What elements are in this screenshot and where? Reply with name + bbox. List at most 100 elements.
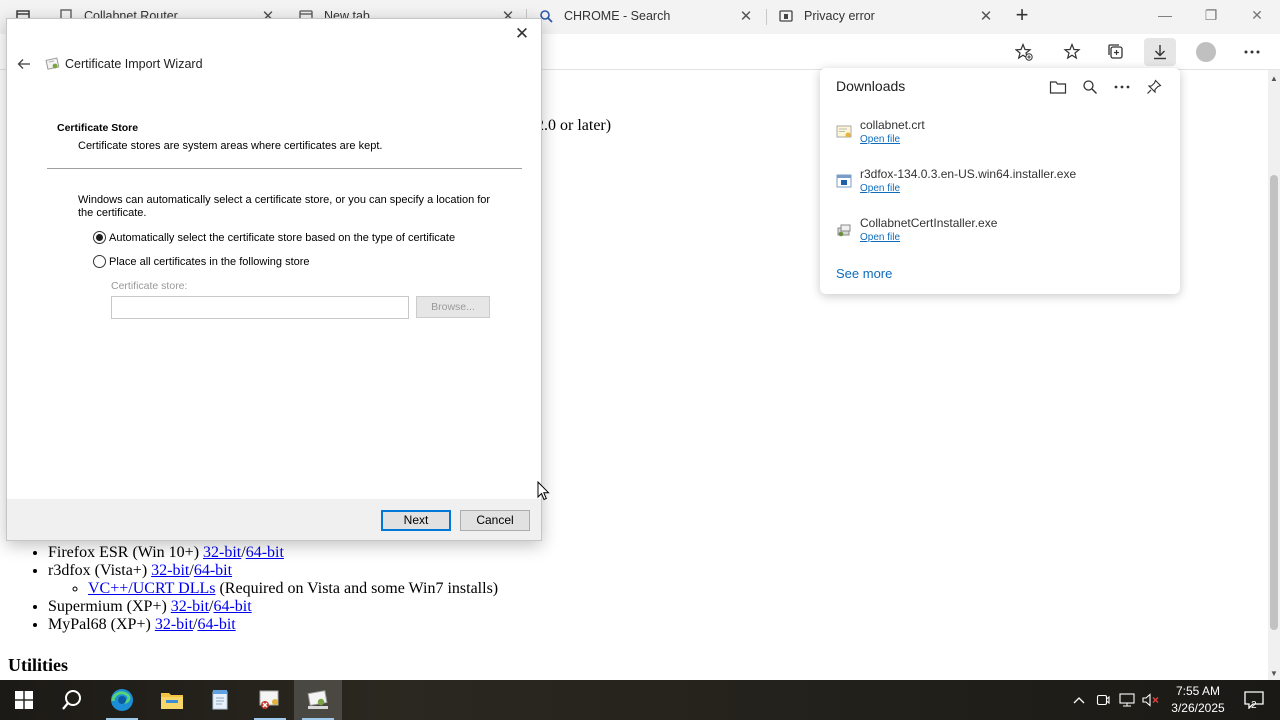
see-more-link[interactable]: See more [836,266,892,281]
meet-now-icon[interactable] [1092,680,1114,720]
notification-count: 2 [1251,700,1257,711]
profile-button[interactable] [1190,38,1222,66]
clock-time: 7:55 AM [1175,684,1221,698]
vcpp-ucrt-link[interactable]: VC++/UCRT DLLs [88,580,215,597]
dialog-title: Certificate Import Wizard [65,57,203,71]
sub-link-note: (Required on Vista and some Win7 install… [215,580,499,597]
certificate-store-field[interactable] [111,296,409,319]
scroll-down-arrow[interactable]: ▼ [1268,669,1280,678]
installer-file-icon [836,173,852,189]
executable-file-icon [836,222,852,238]
restore-button[interactable]: ❐ [1188,4,1234,28]
close-dialog-button[interactable]: ✕ [509,23,535,45]
mouse-cursor-icon [537,480,551,501]
favorites-icon[interactable] [1056,38,1088,66]
link-32-bit[interactable]: 32-bit [203,544,241,561]
clock-date: 3/26/2025 [1171,701,1225,715]
page-scrollbar[interactable]: ▲ ▼ [1268,70,1280,680]
browser-label: Firefox ESR (Win 10+) [48,544,204,561]
browser-label: r3dfox (Vista+) [48,562,152,579]
file-explorer-icon[interactable] [148,680,196,720]
minimize-button[interactable]: — [1142,4,1188,28]
collections-icon[interactable] [1100,38,1132,66]
link-64-bit[interactable]: 64-bit [246,544,284,561]
open-file-link[interactable]: Open file [860,183,900,194]
volume-muted-icon[interactable] [1140,680,1162,720]
show-hidden-icons-chevron[interactable] [1068,680,1090,720]
notepad-icon[interactable] [196,680,244,720]
system-clock[interactable]: 7:55 AM 3/26/2025 [1160,683,1236,717]
radio-label: Automatically select the certificate sto… [109,231,456,244]
download-item[interactable]: CollabnetCertInstaller.exe Open file [820,212,1180,256]
open-file-link[interactable]: Open file [860,134,900,145]
close-tab-icon[interactable]: ✕ [736,7,756,25]
more-icon[interactable] [1236,38,1268,66]
taskbar: 7:55 AM 3/26/2025 2 [0,680,1280,720]
downloads-panel: Downloads collabnet.crt Open file r3dfox… [820,68,1180,294]
tab-privacy-error[interactable]: Privacy error ✕ [768,0,1004,32]
scroll-thumb[interactable] [1270,175,1278,630]
link-64-bit[interactable]: 64-bit [194,562,232,579]
certificate-wizard-icon [45,56,61,72]
dialog-footer: Next Cancel [7,499,541,540]
utilities-heading: Utilities [8,655,68,675]
section-description: Certificate stores are system areas wher… [78,140,383,152]
search-icon[interactable] [1078,76,1102,98]
download-item[interactable]: r3dfox-134.0.3.en-US.win64.installer.exe… [820,163,1180,207]
more-icon[interactable] [1110,76,1134,98]
radio-button[interactable] [93,255,106,268]
download-file-name: r3dfox-134.0.3.en-US.win64.installer.exe [860,167,1077,181]
certificate-import-wizard-dialog: ✕ Certificate Import Wizard Certificate … [6,18,542,541]
browser-label: MyPal68 (XP+) [48,616,155,633]
radio-button-checked[interactable] [93,231,106,244]
certificate-app-icon[interactable] [246,680,294,720]
certificate-file-icon [836,124,852,140]
link-32-bit[interactable]: 32-bit [171,598,209,615]
new-tab-button[interactable]: + [1008,4,1036,28]
edge-icon[interactable] [98,680,146,720]
open-folder-icon[interactable] [1046,76,1070,98]
browse-button[interactable]: Browse... [416,296,490,318]
wizard-app-icon[interactable] [294,680,342,720]
link-64-bit[interactable]: 64-bit [197,616,235,633]
section-title: Certificate Store [57,122,139,134]
downloads-icon[interactable] [1144,38,1176,66]
tab-title: CHROME - Search [564,9,671,23]
download-file-name: collabnet.crt [860,118,925,132]
list-item: MyPal68 (XP+) 32-bit/64-bit [48,616,728,634]
profile-avatar [1196,42,1216,62]
privacy-error-icon [778,8,794,24]
search-button[interactable] [48,680,96,720]
start-button[interactable] [0,680,48,720]
list-item: Firefox ESR (Win 10+) 32-bit/64-bit [48,544,728,562]
open-file-link[interactable]: Open file [860,232,900,243]
close-tab-icon[interactable]: ✕ [976,7,996,25]
place-in-store-option[interactable]: Place all certificates in the following … [93,255,310,268]
radio-label: Place all certificates in the following … [109,255,310,268]
next-button[interactable]: Next [381,510,451,531]
download-links-list: Firefox ESR (Win 10+) 32-bit/64-bit r3df… [28,544,728,634]
tab-title: Privacy error [804,9,875,23]
link-64-bit[interactable]: 64-bit [213,598,251,615]
auto-select-store-option[interactable]: Automatically select the certificate sto… [93,231,455,244]
header-divider [47,168,522,169]
list-item: r3dfox (Vista+) 32-bit/64-bit VC++/UCRT … [48,562,728,598]
scroll-up-arrow[interactable]: ▲ [1268,74,1280,83]
cancel-button[interactable]: Cancel [460,510,530,531]
list-item: Supermium (XP+) 32-bit/64-bit [48,598,728,616]
tab-chrome-search[interactable]: CHROME - Search ✕ [528,0,764,32]
downloads-title: Downloads [836,78,906,94]
link-32-bit[interactable]: 32-bit [155,616,193,633]
back-arrow-icon[interactable] [13,54,35,74]
network-icon[interactable] [1116,680,1138,720]
link-32-bit[interactable]: 32-bit [151,562,189,579]
download-file-name: CollabnetCertInstaller.exe [860,216,998,230]
partial-text: 2.0 or later) [536,117,612,134]
add-favorite-icon[interactable] [1008,38,1040,66]
notification-center-icon[interactable]: 2 [1234,680,1274,720]
close-window-button[interactable]: ✕ [1234,4,1280,28]
list-item: VC++/UCRT DLLs (Required on Vista and so… [88,580,728,598]
download-item[interactable]: collabnet.crt Open file [820,114,1180,158]
pin-icon[interactable] [1142,76,1166,98]
browser-label: Supermium (XP+) [48,598,171,615]
